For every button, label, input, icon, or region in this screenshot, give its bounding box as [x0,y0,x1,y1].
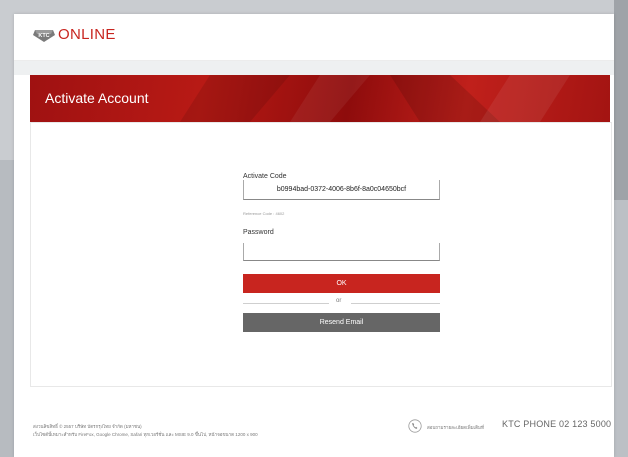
phone-number[interactable]: KTC PHONE 02 123 5000 [502,419,611,429]
ktc-logo-icon[interactable]: KTC [33,28,55,47]
header: KTC ONLINE [14,14,614,61]
password-input[interactable] [243,243,440,261]
logo-badge-text: KTC [38,33,49,39]
phone-caption: สอบถามรายละเอียดเพิ่มเติมที่ [427,425,484,430]
page-banner: Activate Account [30,75,610,122]
or-label: or [336,298,342,304]
background-left [0,160,14,457]
header-divider-band [14,61,614,75]
page-frame: KTC ONLINE Activate Account Activate Cod… [14,14,614,457]
activate-code-input[interactable]: b0994bad-0372-4006-8b6f-8a0c04650bcf [243,180,440,200]
page-title: Activate Account [45,90,149,106]
footer: สงวนลิขสิทธิ์ © 2557 บริษัท บัตรกรุงไทย … [14,400,614,457]
logo-text[interactable]: ONLINE [58,26,116,43]
phone-icon [408,419,422,438]
password-label: Password [243,229,274,236]
ok-button[interactable]: OK [243,274,440,293]
or-divider-right [351,303,440,304]
or-divider-left [243,303,329,304]
copyright-text: สงวนลิขสิทธิ์ © 2557 บริษัท บัตรกรุงไทย … [33,424,142,429]
activate-code-label: Activate Code [243,173,287,180]
browser-support-text: เว็บไซต์นี้เหมาะสำหรับ FireFox, Google C… [33,432,258,437]
activation-panel: Activate Code b0994bad-0372-4006-8b6f-8a… [30,122,612,387]
reference-code: Reference Code : 4602 [243,211,285,216]
resend-email-button[interactable]: Resend Email [243,313,440,332]
background-right-top [614,0,628,200]
